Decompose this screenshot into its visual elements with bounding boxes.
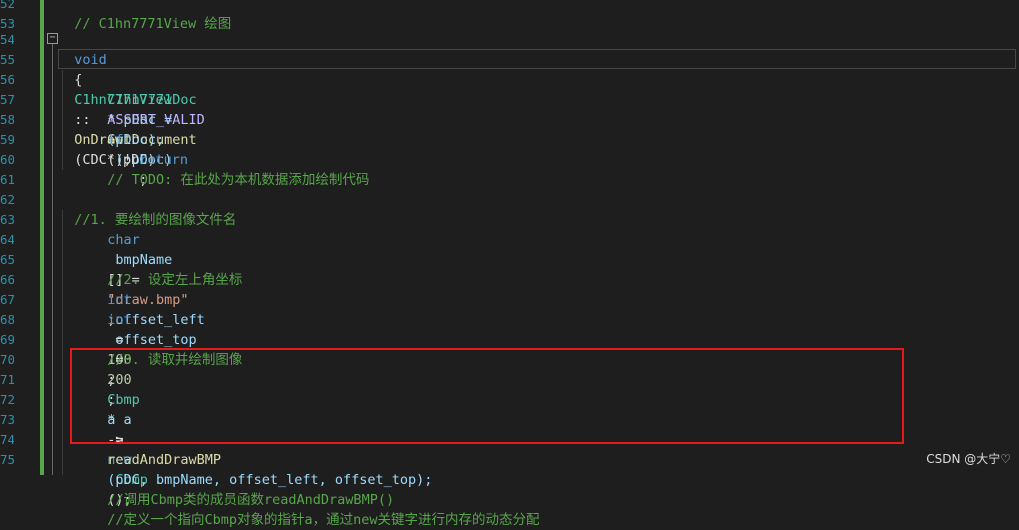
comment: //调用Cbmp类的成员函数readAndDrawBMP()	[107, 492, 395, 508]
code-line-52: // C1hn7771View 绘图	[58, 0, 231, 32]
comment: // TODO: 在此处为本机数据添加绘制代码	[107, 172, 370, 188]
line-number: 64	[0, 232, 14, 247]
line-number: 75	[0, 452, 14, 467]
line-number: 70	[0, 352, 14, 367]
line-number: 60	[0, 152, 14, 167]
code-line-56: C1hn7771Doc * pDoc = GetDocument ();	[107, 92, 197, 168]
line-number: 61	[0, 172, 14, 187]
line-number: 74	[0, 432, 14, 447]
line-number: 65	[0, 252, 14, 267]
code-line-65: //2. 设定左上角坐标	[91, 250, 242, 288]
line-number: 71	[0, 372, 14, 387]
highlight-annotation-box	[70, 348, 904, 444]
change-indicator-bar	[40, 0, 44, 475]
code-line-57: ASSERT_VALID (pDoc);	[107, 112, 205, 148]
code-line-59: return ;	[139, 152, 189, 188]
line-number: 62	[0, 192, 14, 207]
line-number: 63	[0, 212, 14, 227]
comment: //定义一个指向Cbmp对象的指针a，通过new关键字进行内存的动态分配	[107, 512, 540, 528]
code-line-55[interactable]: {	[58, 50, 82, 88]
collapse-toggle-icon[interactable]: −	[47, 33, 58, 44]
code-line-69: //3. 读取并绘制图像	[91, 330, 242, 368]
fold-guide-line	[52, 44, 53, 475]
code-line-63: char bmpName [] = "draw.bmp" ;	[107, 232, 189, 328]
line-number: 55	[0, 52, 14, 67]
line-number: 56	[0, 72, 14, 87]
code-line-66: int offset_left = 100 ;	[107, 292, 205, 388]
code-line-60: // TODO: 在此处为本机数据添加绘制代码	[91, 150, 369, 188]
watermark: CSDN @大宁♡	[926, 452, 1011, 466]
line-number: 66	[0, 272, 14, 287]
line-number: 67	[0, 292, 14, 307]
current-line-highlight	[58, 49, 1016, 69]
line-number: 54	[0, 32, 14, 47]
line-number: 52	[0, 0, 14, 11]
line-number: 68	[0, 312, 14, 327]
code-line-67: int offset_top = 200 ;	[107, 312, 197, 408]
line-number-gutter: 52 53 54 55 56 57 58 59 60 61 62 63 64 6…	[0, 0, 38, 475]
indent-guide	[62, 210, 63, 475]
code-line-54: void C1hn7771View :: OnDraw (CDC* pDC)	[74, 52, 172, 168]
line-number: 73	[0, 412, 14, 427]
line-number: 72	[0, 392, 14, 407]
code-line-62: //1. 要绘制的图像文件名	[58, 190, 236, 228]
line-number: 58	[0, 112, 14, 127]
code-line-58: if (!pDoc)	[107, 132, 173, 168]
line-number: 69	[0, 332, 14, 347]
line-number: 57	[0, 92, 14, 107]
line-number: 59	[0, 132, 14, 147]
